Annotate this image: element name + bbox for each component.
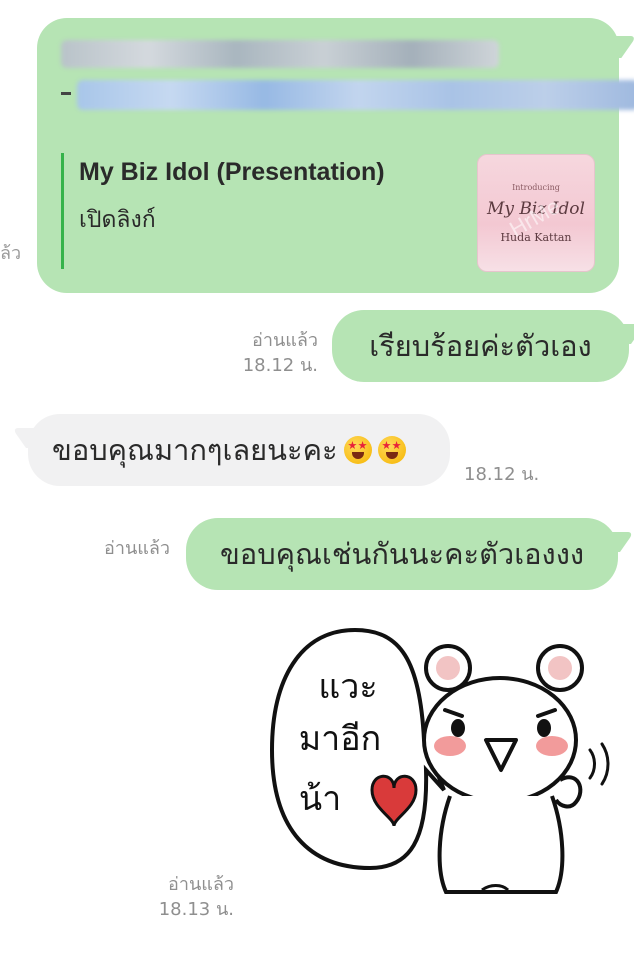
- link-thumbnail[interactable]: Introducing My Biz Idol Huda Kattan HrMe: [477, 154, 595, 272]
- star-struck-emoji-icon: [377, 436, 406, 464]
- link-preview-bubble[interactable]: My Biz Idol (Presentation) เปิดลิงก์ Int…: [37, 18, 634, 293]
- sticker-text-line: มาอีก: [299, 719, 382, 759]
- bear-sticker[interactable]: แวะ มาอีก น้า: [260, 620, 620, 910]
- bubble-tail: [606, 324, 634, 344]
- message-text: เรียบร้อยค่ะตัวเอง: [369, 329, 592, 363]
- sticker-text-line: น้า: [299, 779, 341, 819]
- read-status-cut: ล้ว: [0, 243, 22, 264]
- bear-cheek-right: [536, 736, 568, 756]
- dash: [61, 92, 71, 95]
- received-message-bubble[interactable]: ขอบคุณมากๆเลยนะคะ: [11, 414, 450, 486]
- bear-sticker-image: แวะ มาอีก น้า: [269, 627, 610, 894]
- sent-message-bubble[interactable]: ขอบคุณเช่นกันนะคะตัวเองงง: [186, 518, 634, 590]
- message-text: ขอบคุณเช่นกันนะคะตัวเองงง: [219, 537, 585, 571]
- sent-message-bubble[interactable]: เรียบร้อยค่ะตัวเอง: [332, 310, 634, 382]
- thumbnail-name: Huda Kattan: [500, 231, 572, 244]
- blurred-url-line[interactable]: [77, 80, 634, 110]
- thumbnail-small-text: Introducing: [512, 183, 560, 192]
- message-meta: อ่านแล้ว 18.13 น.: [150, 872, 234, 922]
- star-struck-emoji-icon: [343, 436, 372, 464]
- link-accent-bar: [61, 153, 64, 269]
- bear-waving-paw: [554, 775, 583, 809]
- bear-ear-inner: [548, 656, 572, 680]
- link-title[interactable]: My Biz Idol (Presentation): [79, 158, 385, 187]
- open-link-label[interactable]: เปิดลิงก์: [79, 202, 156, 238]
- message-time: 18.12 น.: [464, 464, 540, 485]
- read-status: อ่านแล้ว: [104, 538, 170, 559]
- message-time: 18.13 น.: [158, 899, 234, 920]
- message-text: ขอบคุณมากๆเลยนะคะ: [52, 433, 338, 467]
- read-status: อ่านแล้ว: [168, 874, 234, 895]
- bubble-tail: [595, 532, 634, 552]
- bubble-tail: [595, 36, 634, 58]
- bear-eye-right: [537, 719, 551, 737]
- blurred-text-line: [61, 40, 499, 68]
- message-time: 18.12 น.: [242, 355, 318, 376]
- sticker-text-line: แวะ: [318, 667, 377, 707]
- read-status: อ่านแล้ว: [252, 330, 318, 351]
- bear-ear-inner: [436, 656, 460, 680]
- bear-cheek-left: [434, 736, 466, 756]
- bubble-tail: [11, 428, 51, 448]
- bear-eye-left: [451, 719, 465, 737]
- bear-body: [437, 795, 565, 894]
- message-meta: อ่านแล้ว 18.12 น.: [200, 328, 318, 378]
